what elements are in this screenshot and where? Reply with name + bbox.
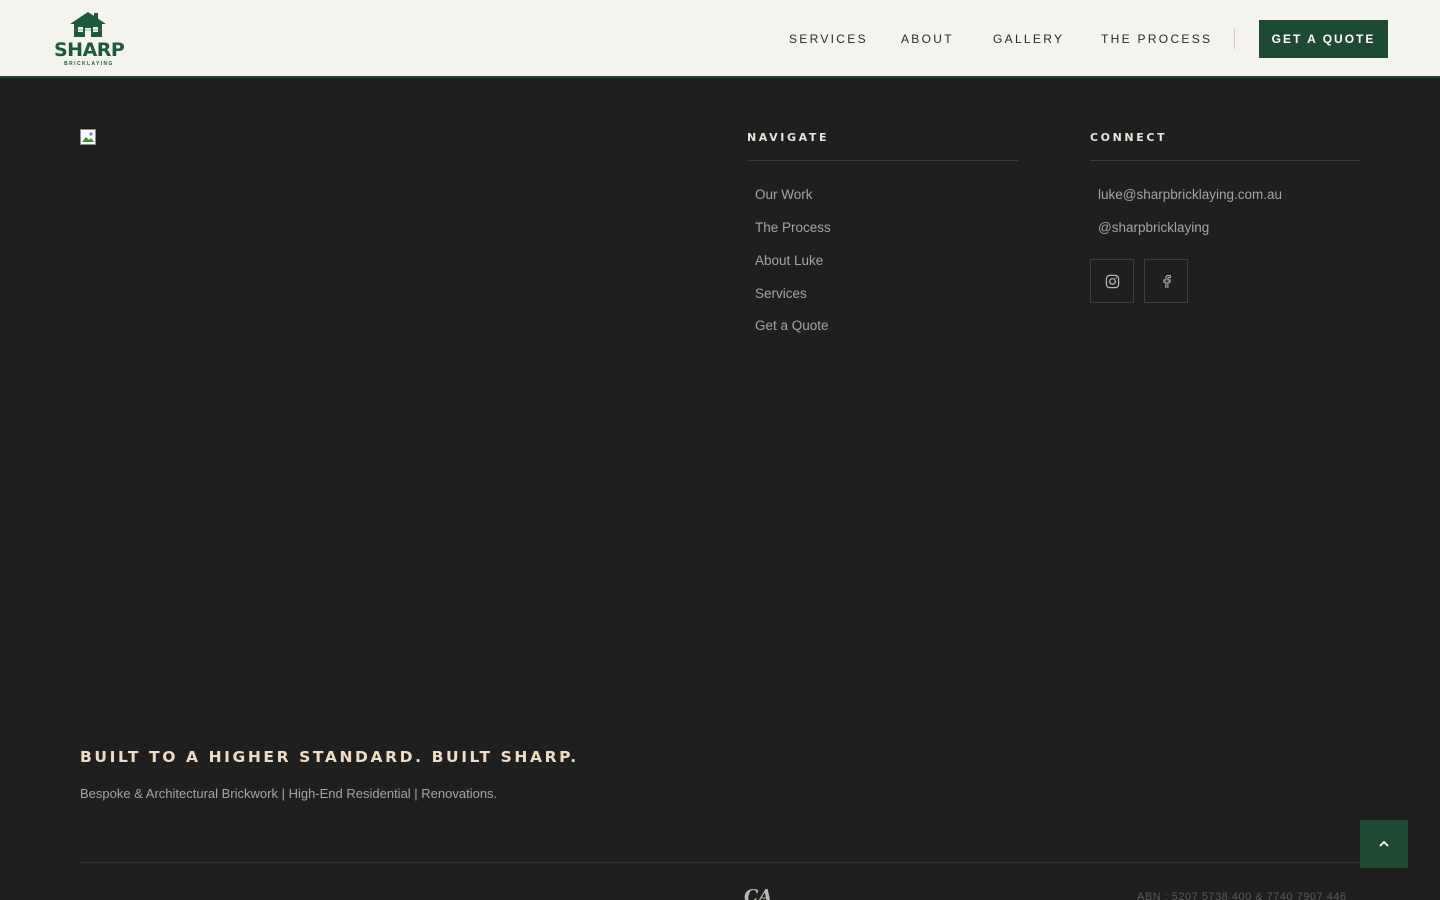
footer-link-services[interactable]: Services [755, 285, 807, 303]
connect-divider [1090, 160, 1360, 161]
nav-gallery[interactable]: GALLERY [993, 31, 1064, 47]
navigate-heading: NAVIGATE [747, 131, 830, 144]
footer-tagline: BUILT TO A HIGHER STANDARD. BUILT SHARP. [80, 748, 579, 766]
abn-text: ABN : 5207 5738 400 & 7740 7907 446 [1137, 891, 1347, 900]
footer-link-our-work[interactable]: Our Work [755, 186, 813, 204]
chevron-up-icon [1379, 840, 1389, 847]
footer-bottom-divider [80, 862, 1360, 863]
logo-subtitle: BRICKLAYING [64, 61, 114, 67]
credit-logo[interactable]: CA [744, 888, 772, 900]
site-logo[interactable]: SHARP BRICKLAYING [54, 10, 125, 70]
footer-link-about-luke[interactable]: About Luke [755, 252, 823, 270]
email-link[interactable]: luke@sharpbricklaying.com.au [1098, 186, 1282, 204]
nav-the-process[interactable]: THE PROCESS [1101, 31, 1212, 47]
footer-link-the-process[interactable]: The Process [755, 219, 831, 237]
back-to-top-button[interactable] [1360, 820, 1408, 868]
facebook-button[interactable] [1144, 259, 1188, 303]
house-icon [70, 12, 106, 37]
footer-subline: Bespoke & Architectural Brickwork | High… [80, 786, 498, 801]
navigate-divider [747, 160, 1018, 161]
nav-services[interactable]: SERVICES [789, 31, 868, 47]
broken-image-icon [80, 129, 96, 145]
instagram-handle-link[interactable]: @sharpbricklaying [1098, 219, 1209, 237]
nav-about[interactable]: ABOUT [901, 31, 954, 47]
instagram-button[interactable] [1090, 259, 1134, 303]
connect-heading: CONNECT [1090, 131, 1168, 144]
facebook-icon [1162, 274, 1171, 288]
instagram-icon [1105, 274, 1119, 288]
nav-divider [1234, 29, 1235, 49]
logo-wordmark: SHARP [54, 39, 125, 61]
site-header: SHARP BRICKLAYING SERVICES ABOUT GALLERY… [0, 0, 1440, 78]
get-a-quote-button[interactable]: GET A QUOTE [1259, 20, 1388, 58]
footer-link-get-a-quote[interactable]: Get a Quote [755, 317, 829, 335]
